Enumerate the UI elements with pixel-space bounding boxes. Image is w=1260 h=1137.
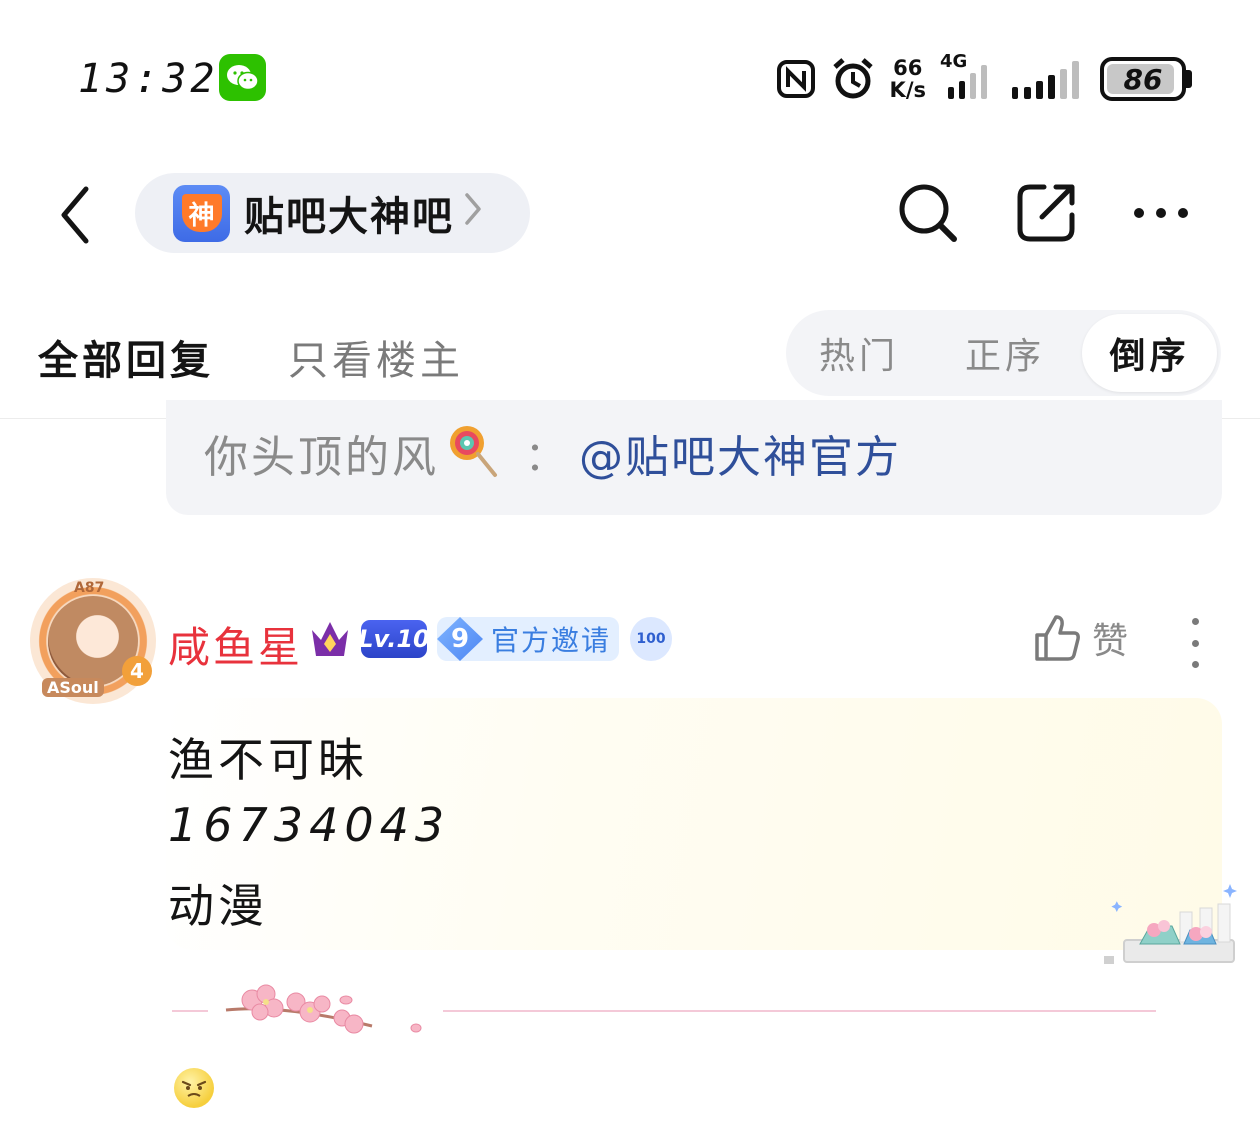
tab-all-replies[interactable]: 全部回复 xyxy=(38,328,214,386)
invite-count: 9 xyxy=(437,617,483,661)
more-horizontal-icon xyxy=(1134,208,1188,218)
network-type-label: 4G xyxy=(940,51,968,72)
mention-link[interactable]: @贴吧大神官方 xyxy=(579,421,901,485)
official-invite-badge[interactable]: 9 官方邀请 xyxy=(437,617,619,661)
avatar-frame-top-tag: A87 xyxy=(74,580,105,596)
net-speed-unit: K/s xyxy=(889,78,926,102)
quoted-username[interactable]: 你头顶的风 xyxy=(204,421,439,485)
chevron-right-icon xyxy=(464,192,482,235)
thumbs-up-icon xyxy=(1035,615,1080,661)
back-button[interactable] xyxy=(50,180,100,250)
net-speed-value: 66 xyxy=(893,56,923,80)
nfc-icon xyxy=(776,59,816,99)
post-text-line: 16734043 xyxy=(168,798,451,852)
avatar-frame-bottom-tag: ASoul xyxy=(42,678,104,697)
sort-descending[interactable]: 倒序 xyxy=(1082,314,1217,392)
sakura-branch-decoration-icon xyxy=(222,980,432,1046)
like-button[interactable]: 赞 xyxy=(1032,612,1128,664)
lollipop-icon xyxy=(447,423,499,483)
calendar-100-badge[interactable]: 100 xyxy=(630,617,672,661)
alarm-icon xyxy=(830,57,876,101)
separator-line-right xyxy=(443,1010,1156,1012)
status-time: 13:32 xyxy=(78,56,219,102)
post-text-line: 动漫 xyxy=(168,879,268,933)
status-icons: 66 K/s 4G 86 xyxy=(776,51,1192,106)
sort-ascending[interactable]: 正序 xyxy=(932,310,1078,396)
username[interactable]: 咸鱼星 xyxy=(168,614,303,675)
forum-logo: 神 xyxy=(173,184,230,242)
crown-badge-icon xyxy=(308,618,352,664)
share-button[interactable] xyxy=(1013,180,1079,246)
flower-box-decoration-icon xyxy=(1100,882,1240,976)
avatar[interactable]: A87 ASoul 4 xyxy=(30,578,156,704)
avatar-level-badge: 4 xyxy=(122,656,152,686)
more-options-button[interactable] xyxy=(1128,180,1194,246)
share-icon xyxy=(1017,184,1075,242)
quoted-reply[interactable]: 你头顶的风 ： @贴吧大神官方 xyxy=(166,400,1222,515)
separator-line-left xyxy=(172,1010,208,1012)
battery-level: 86 xyxy=(1123,62,1163,96)
level-badge[interactable]: Lv.10 xyxy=(358,620,430,658)
forum-name: 贴吧大神吧 xyxy=(244,194,454,240)
sort-selector: 热门 正序 倒序 xyxy=(786,310,1221,396)
like-label: 赞 xyxy=(1092,621,1129,662)
tab-op-only[interactable]: 只看楼主 xyxy=(288,328,464,386)
signal-strength-icon xyxy=(1012,57,1086,101)
annoyed-emoji-icon xyxy=(174,1068,214,1108)
search-icon xyxy=(899,184,957,242)
quote-separator: ： xyxy=(525,433,565,480)
sort-hot[interactable]: 热门 xyxy=(786,310,932,396)
invite-label: 官方邀请 xyxy=(491,624,612,657)
chevron-left-icon xyxy=(61,186,89,244)
forum-entry-button[interactable]: 神 贴吧大神吧 xyxy=(135,173,530,253)
wechat-notification-icon xyxy=(219,54,266,101)
net-speed-indicator: 66 K/s xyxy=(890,57,926,101)
search-button[interactable] xyxy=(895,180,961,246)
battery-icon: 86 xyxy=(1100,57,1192,101)
calendar-badge-value: 100 xyxy=(636,631,666,647)
post-more-button[interactable] xyxy=(1180,618,1210,668)
signal-4g-icon: 4G xyxy=(940,51,998,101)
post-text-line: 渔不可昧 xyxy=(168,733,368,787)
